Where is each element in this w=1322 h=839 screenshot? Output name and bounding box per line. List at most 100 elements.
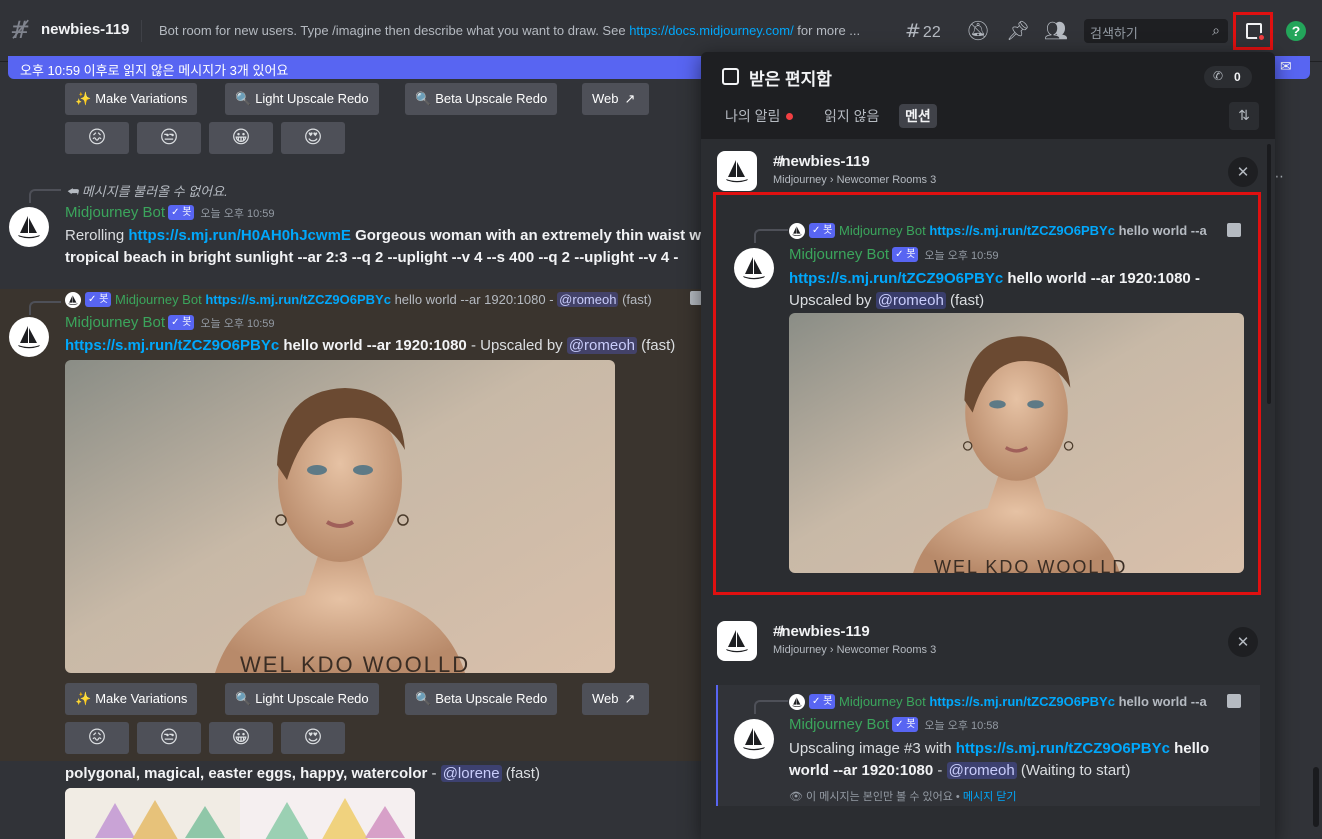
scrollbar[interactable] <box>1313 767 1319 827</box>
close-icon[interactable]: ✕ <box>1228 627 1258 657</box>
magic-wand-icon: ✨ <box>75 92 92 107</box>
generated-image[interactable]: WEL KDO WOOLLD <box>789 313 1244 573</box>
external-link-icon: ↗ <box>624 92 636 107</box>
mark-read-icon: ✉ <box>1280 58 1292 74</box>
reply-connector <box>29 301 61 315</box>
inbox-button[interactable] <box>1233 12 1273 50</box>
reaction-heart-eyes[interactable]: 😍 <box>281 722 345 754</box>
portrait-image <box>65 360 615 673</box>
avatar[interactable] <box>9 317 49 357</box>
phone-icon: ✆ <box>1213 69 1224 83</box>
channel-topic[interactable]: Bot room for new users. Type /imagine th… <box>159 23 894 38</box>
prompt-link[interactable]: https://s.mj.run/tZCZ9O6PBYc <box>65 337 279 354</box>
reply-preview[interactable]: ✓ 봇 Midjourney Bot https://s.mj.run/tZCZ… <box>809 694 1217 709</box>
help-icon[interactable]: ? <box>1286 21 1306 41</box>
reply-preview[interactable]: ✓ 봇 Midjourney Bot https://s.mj.run/tZCZ… <box>809 223 1217 238</box>
make-variations-button[interactable]: ✨ Make Variations <box>65 683 198 715</box>
user-mention[interactable]: @lorene <box>440 765 502 782</box>
threads-button[interactable]: #22 <box>905 19 941 43</box>
light-upscale-redo-button[interactable]: 🔍 Light Upscale Redo <box>225 683 379 715</box>
unread-banner[interactable]: 오후 10:59 이후로 읽지 않은 메시지가 3개 있어요 <box>8 56 708 79</box>
ephemeral-note: 👁 이 메시지는 본인만 볼 수 있어요 • 메시지 닫기 <box>789 791 1017 803</box>
mentions-count-pill[interactable]: ✆ 0 <box>1204 66 1252 88</box>
image-icon <box>690 291 701 305</box>
message-header: Midjourney Bot ✓ 봇 오늘 오후 10:59 <box>65 204 275 222</box>
topic-link[interactable]: https://docs.midjourney.com/ <box>629 23 794 38</box>
divider <box>141 20 142 42</box>
message-header: Midjourney Bot ✓ 봇 오늘 오후 10:59 <box>789 246 999 263</box>
mini-avatar <box>789 694 805 710</box>
message-upscaled: ✓ 봇 Midjourney Bot https://s.mj.run/tZCZ… <box>0 289 701 761</box>
light-upscale-redo-button[interactable]: 🔍 Light Upscale Redo <box>225 83 379 115</box>
magnifier-icon: 🔍 <box>415 692 432 707</box>
message-content: https://s.mj.run/tZCZ9O6PBYc hello world… <box>65 337 676 354</box>
reaction-heart-eyes[interactable]: 😍 <box>281 122 345 154</box>
portrait-image <box>789 313 1244 573</box>
highlighted-notification[interactable]: ✓ 봇 Midjourney Bot https://s.mj.run/tZCZ… <box>713 192 1261 595</box>
guild-avatar[interactable] <box>717 151 757 191</box>
make-variations-button[interactable]: ✨ Make Variations <box>65 83 198 115</box>
reaction-unamused[interactable]: 😒 <box>137 722 201 754</box>
message-content: polygonal, magical, easter eggs, happy, … <box>65 765 540 782</box>
close-icon[interactable]: ✕ <box>1228 157 1258 187</box>
notification-channel[interactable]: #̸newbies-119 <box>773 153 870 170</box>
avatar[interactable] <box>734 248 774 288</box>
threads-count: 22 <box>922 24 941 41</box>
prompt-link[interactable]: https://s.mj.run/H0AH0hJcwmE <box>128 227 351 244</box>
beta-upscale-redo-button[interactable]: 🔍 Beta Upscale Redo <box>405 683 558 715</box>
inbox-header: 받은 편지함 ✆ 0 나의 알림 읽지 않음 멘션 ⇅ <box>701 52 1275 139</box>
magnifier-icon: 🔍 <box>415 92 432 107</box>
generated-image[interactable]: WEL KDO WOOLLD <box>65 360 615 673</box>
notification-channel[interactable]: #̸newbies-119 <box>773 623 870 640</box>
search-input[interactable]: 검색하기 ⌕ <box>1084 19 1228 43</box>
magnifier-icon: 🔍 <box>235 692 252 707</box>
member-list-icon[interactable]: 👥︎ <box>1044 19 1068 43</box>
mini-avatar <box>789 223 805 239</box>
avatar[interactable] <box>9 207 49 247</box>
sailboat-logo-icon <box>740 725 768 753</box>
sailboat-logo-icon <box>740 254 768 282</box>
generated-image[interactable] <box>65 788 415 839</box>
notification-card[interactable]: ✓ 봇 Midjourney Bot https://s.mj.run/tZCZ… <box>716 685 1260 806</box>
image-caption: WEL KDO WOOLLD <box>240 652 471 673</box>
sort-icon[interactable]: ⇅ <box>1229 102 1259 130</box>
dismiss-message-link[interactable]: 메시지 닫기 <box>963 791 1017 803</box>
inbox-title: 받은 편지함 <box>749 70 832 89</box>
sailboat-logo-icon <box>15 213 43 241</box>
inbox-panel: 받은 편지함 ✆ 0 나의 알림 읽지 않음 멘션 ⇅ #̸newbies-119… <box>701 52 1275 839</box>
tab-my-notifications[interactable]: 나의 알림 <box>719 104 799 128</box>
message-header: Midjourney Bot ✓ 봇 오늘 오후 10:59 <box>65 314 275 332</box>
external-link-icon: ↗ <box>624 692 636 707</box>
tab-mentions[interactable]: 멘션 <box>899 104 937 128</box>
user-mention[interactable]: @romeoh <box>566 337 637 354</box>
sailboat-logo-icon <box>67 294 79 306</box>
mini-avatar <box>65 292 81 308</box>
web-button[interactable]: Web ↗ <box>582 83 650 115</box>
mute-bell-icon[interactable]: 🔕︎ <box>966 19 990 43</box>
magic-wand-icon: ✨ <box>75 692 92 707</box>
timestamp: 오늘 오후 10:59 <box>200 208 275 220</box>
eye-icon: 👁 <box>789 791 807 803</box>
author-name[interactable]: Midjourney Bot <box>65 204 165 221</box>
reply-connector <box>754 229 788 243</box>
reply-preview[interactable]: ✓ 봇 Midjourney Bot https://s.mj.run/tZCZ… <box>85 292 652 307</box>
sailboat-logo-icon <box>791 696 803 708</box>
reaction-confounded[interactable]: 😖 <box>65 722 129 754</box>
reply-connector <box>29 189 61 203</box>
timestamp: 오늘 오후 10:59 <box>200 318 275 330</box>
avatar[interactable] <box>734 719 774 759</box>
reaction-confounded[interactable]: 😖 <box>65 122 129 154</box>
sailboat-logo-icon <box>791 225 803 237</box>
tab-unread[interactable]: 읽지 않음 <box>818 104 885 128</box>
pin-icon[interactable]: 📌︎ <box>1006 19 1030 43</box>
reaction-grinning[interactable]: 😀 <box>209 722 273 754</box>
message-content: Upscaling image #3 with https://s.mj.run… <box>789 740 1210 779</box>
web-button[interactable]: Web ↗ <box>582 683 650 715</box>
author-name[interactable]: Midjourney Bot <box>65 314 165 331</box>
reply-preview[interactable]: ⮪ 메시지를 불러올 수 없어요. <box>66 181 228 200</box>
reaction-grinning[interactable]: 😀 <box>209 122 273 154</box>
guild-avatar[interactable] <box>717 621 757 661</box>
reaction-unamused[interactable]: 😒 <box>137 122 201 154</box>
scrollbar[interactable] <box>1267 144 1271 404</box>
beta-upscale-redo-button[interactable]: 🔍 Beta Upscale Redo <box>405 83 558 115</box>
